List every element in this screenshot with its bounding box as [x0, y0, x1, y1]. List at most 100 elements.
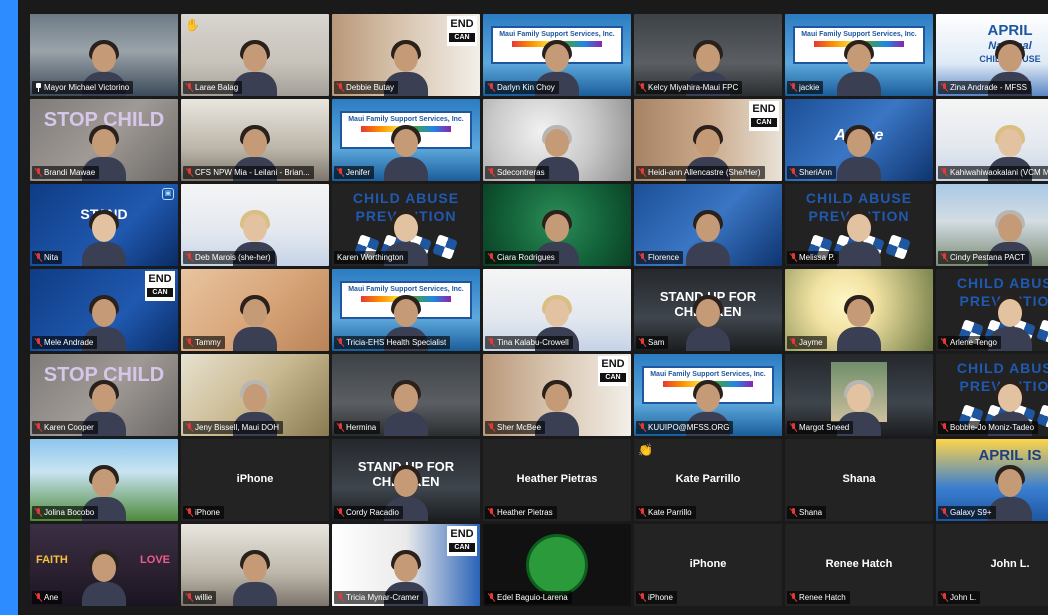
muted-mic-icon [186, 338, 193, 347]
participant-tile-parrillo[interactable]: Kate Parrillo 👏 Kate Parrillo [634, 439, 782, 521]
muted-mic-icon [186, 168, 193, 177]
participant-tile-melissa[interactable]: CHILD ABUSEPREVENTIONMelissa P. [785, 184, 933, 266]
participant-name-label: Edel Baguio-Larena [485, 591, 572, 604]
muted-mic-icon [941, 338, 948, 347]
person-head [696, 129, 720, 157]
end-badge-text: END [450, 18, 474, 30]
participant-tile-allencastre[interactable]: END CAN Heidi-ann Allencastre (She/Her) [634, 99, 782, 181]
participant-name: Larae Balag [195, 83, 239, 92]
person-head [847, 129, 871, 157]
april-banner: APRIL [987, 22, 1033, 39]
participant-tile-jayme[interactable]: Jayme [785, 269, 933, 351]
participant-name-label: Jeny Bissell, Maui DOH [183, 421, 284, 434]
participant-tile-johnl[interactable]: John L. John L. [936, 524, 1048, 606]
participant-name-label: Heather Pietras [485, 506, 557, 519]
participant-tile-victorino[interactable]: Mayor Michael Victorino [30, 14, 178, 96]
love-text: LOVE [140, 554, 170, 566]
participant-tile-mynar[interactable]: END CAN Tricia Mynar-Cramer [332, 524, 480, 606]
participant-tile-iphone2[interactable]: iPhone iPhone [634, 524, 782, 606]
participant-tile-jackie[interactable]: Maui Family Support Services, Inc. jackie [785, 14, 933, 96]
participant-tile-willie[interactable]: willie [181, 524, 329, 606]
participant-tile-baguio[interactable]: Edel Baguio-Larena [483, 524, 631, 606]
participant-tile-hatch[interactable]: Renee Hatch Renee Hatch [785, 524, 933, 606]
participant-tile-butay[interactable]: END CAN Debbie Butay [332, 14, 480, 96]
participant-name: Kelcy Miyahira-Maui FPC [648, 83, 739, 92]
participant-name-label: CFS NPW Mia - Leilani - Brian... [183, 166, 314, 179]
participant-tile-miyahira[interactable]: Kelcy Miyahira-Maui FPC [634, 14, 782, 96]
end-badge-can: CAN [449, 543, 475, 552]
participant-name: Sher McBee [497, 423, 542, 432]
participant-tile-pietras[interactable]: Heather Pietras Heather Pietras [483, 439, 631, 521]
participant-tile-tricia-ehs[interactable]: Maui Family Support Services, Inc. Tricia… [332, 269, 480, 351]
participant-name-label: Jenifer [334, 166, 375, 179]
end-badge-text: END [752, 103, 776, 115]
gallery-grid: Mayor Michael Victorino ✋ Larae Balag END CA… [30, 14, 1048, 612]
participant-tile-mele[interactable]: END CAN Mele Andrade [30, 269, 178, 351]
muted-mic-icon [639, 593, 646, 602]
participant-tile-tina[interactable]: Tina Kalabu-Crowell [483, 269, 631, 351]
participant-name-label: Galaxy S9+ [938, 506, 996, 519]
participant-tile-worthington[interactable]: CHILD ABUSEPREVENTIONKaren Worthington [332, 184, 480, 266]
participant-tile-racadio[interactable]: STAND UP FOR CHILDRENCordy Racadio [332, 439, 480, 521]
person-head [92, 469, 116, 497]
participant-tile-jenifer[interactable]: Maui Family Support Services, Inc. Jenife… [332, 99, 480, 181]
participant-tile-nita[interactable]: STAND▣Nita [30, 184, 178, 266]
participant-tile-tammy[interactable]: Tammy [181, 269, 329, 351]
mfss-banner-title: Maui Family Support Services, Inc. [499, 31, 615, 38]
muted-mic-icon [639, 168, 646, 177]
participant-name: Cordy Racadio [346, 508, 399, 517]
person-head [243, 299, 267, 327]
participant-tile-galaxy[interactable]: APRIL IS Galaxy S9+ [936, 439, 1048, 521]
participant-tile-tengo[interactable]: CHILD ABUSEPREVENTIONArlene Tengo [936, 269, 1048, 351]
participant-name-label: Renee Hatch [787, 591, 850, 604]
participant-name: jackie [799, 83, 820, 92]
person-head [847, 384, 871, 412]
window-accent-bar [0, 0, 18, 615]
participant-tile-decontreras[interactable]: Sdecontreras [483, 99, 631, 181]
participant-tile-sneed[interactable]: Margot Sneed [785, 354, 933, 436]
end-badge-text: END [601, 358, 625, 370]
participant-name: Jeny Bissell, Maui DOH [195, 423, 280, 432]
participant-tile-sam[interactable]: STAND UP FOR CHILDRENSam [634, 269, 782, 351]
participant-tile-rodrigues[interactable]: Ciara Rodrigues [483, 184, 631, 266]
participant-tile-mawae[interactable]: STOP CHILD Brandi Mawae [30, 99, 178, 181]
participant-tile-iphone1[interactable]: iPhone iPhone [181, 439, 329, 521]
participant-tile-cfs[interactable]: CFS NPW Mia - Leilani - Brian... [181, 99, 329, 181]
participant-name-label: Ciara Rodrigues [485, 251, 559, 264]
participant-tile-kahiwahiwa[interactable]: Kahiwahiwaokalani (VCM M... [936, 99, 1048, 181]
muted-mic-icon [941, 83, 948, 92]
participant-tile-balag[interactable]: ✋ Larae Balag [181, 14, 329, 96]
participant-video-person [384, 125, 428, 181]
participant-tile-ane[interactable]: FAITH LOVE Ane [30, 524, 178, 606]
participant-tile-pestana[interactable]: Cindy Pestana PACT [936, 184, 1048, 266]
muted-mic-icon [337, 508, 344, 517]
muted-mic-icon [35, 168, 42, 177]
person-head [394, 384, 418, 412]
person-head [847, 44, 871, 72]
muted-mic-icon [639, 423, 646, 432]
participant-tile-shana[interactable]: Shana Shana [785, 439, 933, 521]
participant-tile-choy[interactable]: Maui Family Support Services, Inc. Darlyn… [483, 14, 631, 96]
participant-name: iPhone [195, 508, 220, 517]
participant-video-person [82, 210, 126, 266]
participant-tile-bocobo[interactable]: Jolina Bocobo [30, 439, 178, 521]
participant-tile-andrade[interactable]: APRILNationalCHILD ABUSEZina Andrade - M… [936, 14, 1048, 96]
end-badge-text: END [450, 528, 474, 540]
participant-tile-marois[interactable]: Deb Marois (she-her) [181, 184, 329, 266]
participant-tile-sheriann[interactable]: AbuseSheriAnn [785, 99, 933, 181]
participant-name: Ciara Rodrigues [497, 253, 555, 262]
participant-tile-bissell[interactable]: Jeny Bissell, Maui DOH [181, 354, 329, 436]
participant-tile-moniz[interactable]: CHILD ABUSEPREVENTIONBobbie-Jo Moniz-Tad… [936, 354, 1048, 436]
participant-name: Tricia Mynar-Cramer [346, 593, 420, 602]
participant-tile-kuuipo[interactable]: Maui Family Support Services, Inc. KUUIPO… [634, 354, 782, 436]
participant-tile-mcbee[interactable]: END CAN Sher McBee [483, 354, 631, 436]
participant-name-label: Sam [636, 336, 669, 349]
participant-tile-cooper[interactable]: STOP CHILD Karen Cooper [30, 354, 178, 436]
participant-name-label: Zina Andrade - MFSS [938, 81, 1031, 94]
poster-title: CHILD ABUSE [352, 190, 460, 206]
participant-tile-hermina[interactable]: Hermina [332, 354, 480, 436]
participant-tile-florence[interactable]: Florence [634, 184, 782, 266]
participant-name: Brandi Mawae [44, 168, 96, 177]
muted-mic-icon [488, 168, 495, 177]
pinned-icon [35, 83, 42, 92]
